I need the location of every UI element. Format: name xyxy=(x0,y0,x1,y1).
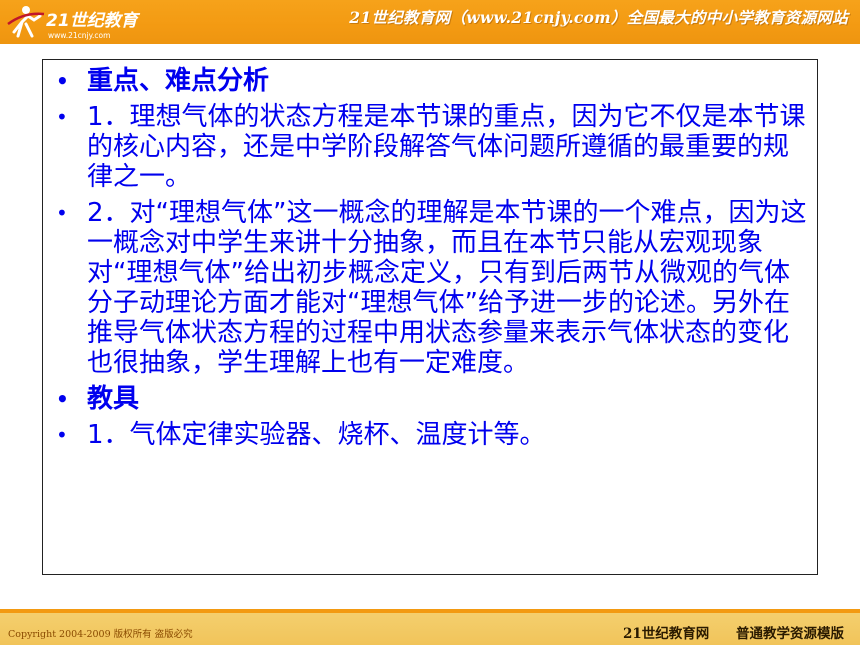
bullet-icon: • xyxy=(56,69,69,93)
footer-bar: Copyright 2004-2009 版权所有 盗版必究 21世纪教育网 普通… xyxy=(0,613,860,645)
header-bar: 21世纪教育 www.21cnjy.com 21世纪教育网（www.21cnjy… xyxy=(0,0,860,44)
bullet-icon: • xyxy=(56,387,69,411)
site-title: 21世纪教育网（www.21cnjy.com）全国最大的中小学教育资源网站 xyxy=(349,8,848,27)
content-box: • 重点、难点分析 • 1．理想气体的状态方程是本节课的重点，因为它不仅是本节课的核心… xyxy=(42,59,818,575)
logo-url: www.21cnjy.com xyxy=(48,31,110,40)
footer-site-name: 21世纪教育网 xyxy=(623,626,710,642)
running-figure-icon xyxy=(7,6,45,38)
footer-template-name: 普通教学资源模版 xyxy=(736,626,844,642)
footer-branding: 21世纪教育网 普通教学资源模版 xyxy=(623,622,844,642)
list-item-text: 1．理想气体的状态方程是本节课的重点，因为它不仅是本节课的核心内容，还是中学阶段… xyxy=(87,102,806,192)
list-item-text: 2．对“理想气体”这一概念的理解是本节课的一个难点，因为这一概念对中学生来讲十分… xyxy=(87,198,807,378)
list-item: • 1．理想气体的状态方程是本节课的重点，因为它不仅是本节课的核心内容，还是中学阶… xyxy=(43,102,809,192)
copyright-text: Copyright 2004-2009 版权所有 盗版必究 xyxy=(8,629,193,640)
bullet-icon: • xyxy=(56,201,68,225)
list-item-text: 教具 xyxy=(87,384,140,414)
logo-text: 21世纪教育 xyxy=(46,11,141,31)
bullet-icon: • xyxy=(56,423,68,447)
section-heading: • 教具 xyxy=(43,384,809,414)
list-item: • 1．气体定律实验器、烧杯、温度计等。 xyxy=(43,420,809,450)
bullet-icon: • xyxy=(56,105,68,129)
bullet-list: • 重点、难点分析 • 1．理想气体的状态方程是本节课的重点，因为它不仅是本节课的核心… xyxy=(43,60,817,450)
list-item: • 2．对“理想气体”这一概念的理解是本节课的一个难点，因为这一概念对中学生来讲十… xyxy=(43,198,809,378)
list-item-text: 1．气体定律实验器、烧杯、温度计等。 xyxy=(87,420,546,450)
section-heading: • 重点、难点分析 xyxy=(43,66,809,96)
site-logo: 21世纪教育 www.21cnjy.com xyxy=(7,6,141,40)
list-item-text: 重点、难点分析 xyxy=(87,66,270,96)
